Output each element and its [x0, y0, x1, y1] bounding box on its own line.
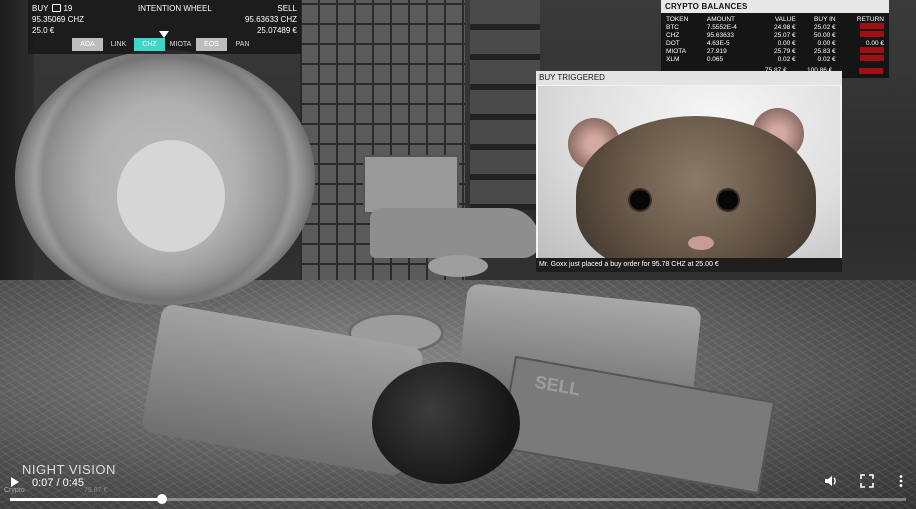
return-badge-red	[860, 31, 884, 37]
lock-icon	[52, 4, 62, 12]
return-cell: 0.00 €	[865, 39, 884, 47]
balances-title: CRYPTO BALANCES	[665, 2, 748, 11]
amount-cell: 4.63E-5	[706, 39, 730, 47]
sell-sign-text: SELL	[533, 371, 583, 400]
return-badge-red	[859, 68, 883, 74]
tab-ada[interactable]: ADA	[72, 38, 103, 51]
col-value: VALUE	[774, 15, 796, 23]
hamster-in-tunnel	[372, 362, 520, 484]
return-cell	[838, 23, 886, 31]
hamster-right-eye	[718, 190, 738, 210]
wheel-hub	[117, 140, 225, 252]
col-buy-in: BUY IN	[814, 15, 836, 23]
popup-caption: Mr. Goxx just placed a buy order for 95.…	[536, 258, 842, 272]
volume-icon[interactable]	[824, 474, 838, 488]
amount-cell: 27.919	[706, 47, 727, 55]
amount-cell: 0.065	[706, 55, 724, 63]
return-cell	[838, 55, 886, 63]
buy-in-cell: 0.00 €	[817, 39, 836, 47]
buy-in-cell: 25.83 €	[813, 47, 836, 55]
tab-link[interactable]: LINK	[103, 38, 134, 51]
buy-amount: 95.35069 CHZ	[32, 15, 85, 24]
table-row: DOT 4.63E-5 0.00 € 0.00 € 0.00 €	[664, 39, 886, 47]
sell-amount: 95.63633 CHZ	[244, 15, 297, 24]
night-vision-label: NIGHT VISION	[22, 462, 116, 477]
more-options-icon[interactable]	[894, 474, 908, 488]
buy-triggered-popup: BUY TRIGGERED Mr. Goxx just placed a buy…	[536, 71, 842, 272]
col-token: TOKEN	[666, 15, 689, 23]
token-cell: DOT	[666, 39, 680, 47]
table-row: XLM 0.065 0.02 € 0.02 €	[664, 55, 886, 63]
return-badge-red	[860, 55, 884, 61]
progress-bar[interactable]	[10, 498, 906, 501]
progress-fill	[10, 498, 163, 501]
buy-header: BUY 19	[32, 3, 72, 13]
buy-in-cell: 0.02 €	[817, 55, 836, 63]
channel-watermark: Crypto	[4, 487, 25, 494]
video-frame[interactable]: SELL BUY 19 INTENTION WHEEL SELL 95.35069…	[0, 0, 916, 509]
bottom-value: 75.87 €	[84, 487, 108, 494]
value-cell: 25.07 €	[773, 31, 796, 39]
play-icon[interactable]	[11, 477, 19, 487]
col-amount: AMOUNT	[706, 15, 736, 23]
time-display: 0:07 / 0:45	[32, 477, 84, 489]
return-cell	[838, 31, 886, 39]
return-badge-red	[860, 23, 884, 29]
sell-label: SELL	[277, 3, 297, 13]
popup-header: BUY TRIGGERED	[536, 71, 842, 85]
tab-pan[interactable]: PAN	[227, 38, 258, 51]
token-cell: BTC	[666, 23, 679, 31]
wheel-pointer-icon	[159, 31, 169, 38]
buy-in-cell: 50.00 €	[813, 31, 836, 39]
balances-table: TOKEN AMOUNT VALUE BUY IN RETURN BTC 7.5…	[664, 15, 886, 63]
tab-eos[interactable]: EOS	[196, 38, 227, 51]
amount-cell: 95.63633	[706, 31, 734, 39]
crypto-balances-panel: CRYPTO BALANCES TOKEN AMOUNT VALUE BUY I…	[661, 0, 889, 78]
token-cell: MIOTA	[666, 47, 687, 55]
wooden-stool	[428, 255, 488, 277]
token-cell: CHZ	[666, 31, 680, 39]
return-badge-red	[860, 47, 884, 53]
wheel-title: INTENTION WHEEL	[138, 3, 212, 13]
value-cell: 25.79 €	[773, 47, 796, 55]
value-cell: 0.02 €	[777, 55, 796, 63]
table-row: MIOTA 27.919 25.79 € 25.83 €	[664, 47, 886, 55]
cardboard-tower	[470, 0, 540, 210]
buy-in-cell: 25.02 €	[813, 23, 836, 31]
col-return: RETURN	[856, 15, 884, 23]
value-cell: 24.98 €	[773, 23, 796, 31]
fullscreen-icon[interactable]	[860, 474, 874, 488]
lock-count: 19	[63, 4, 73, 13]
token-cell: XLM	[666, 55, 680, 63]
table-row: CHZ 95.63633 25.07 € 50.00 €	[664, 31, 886, 39]
hamster-closeup-photo	[538, 86, 840, 258]
toy-house	[363, 155, 459, 214]
hamster-left-eye	[630, 190, 650, 210]
buy-label: BUY	[32, 4, 49, 13]
intention-wheel	[15, 50, 315, 305]
table-row: BTC 7.5552E-4 24.98 € 25.02 €	[664, 23, 886, 31]
intention-wheel-panel: BUY 19 INTENTION WHEEL SELL 95.35069 CHZ …	[28, 0, 301, 54]
return-cell	[838, 47, 886, 55]
hamster-nose	[688, 236, 714, 250]
wooden-table	[370, 208, 540, 258]
token-tabs: ADA LINK CHZ MIOTA EOS PAN	[72, 38, 258, 51]
tab-miota[interactable]: MIOTA	[165, 38, 196, 51]
amount-cell: 7.5552E-4	[706, 23, 737, 31]
sell-value: 25.07489 €	[256, 26, 297, 35]
tab-chz[interactable]: CHZ	[134, 38, 165, 51]
value-cell: 0.00 €	[777, 39, 796, 47]
buy-value: 25.0 €	[32, 26, 55, 35]
